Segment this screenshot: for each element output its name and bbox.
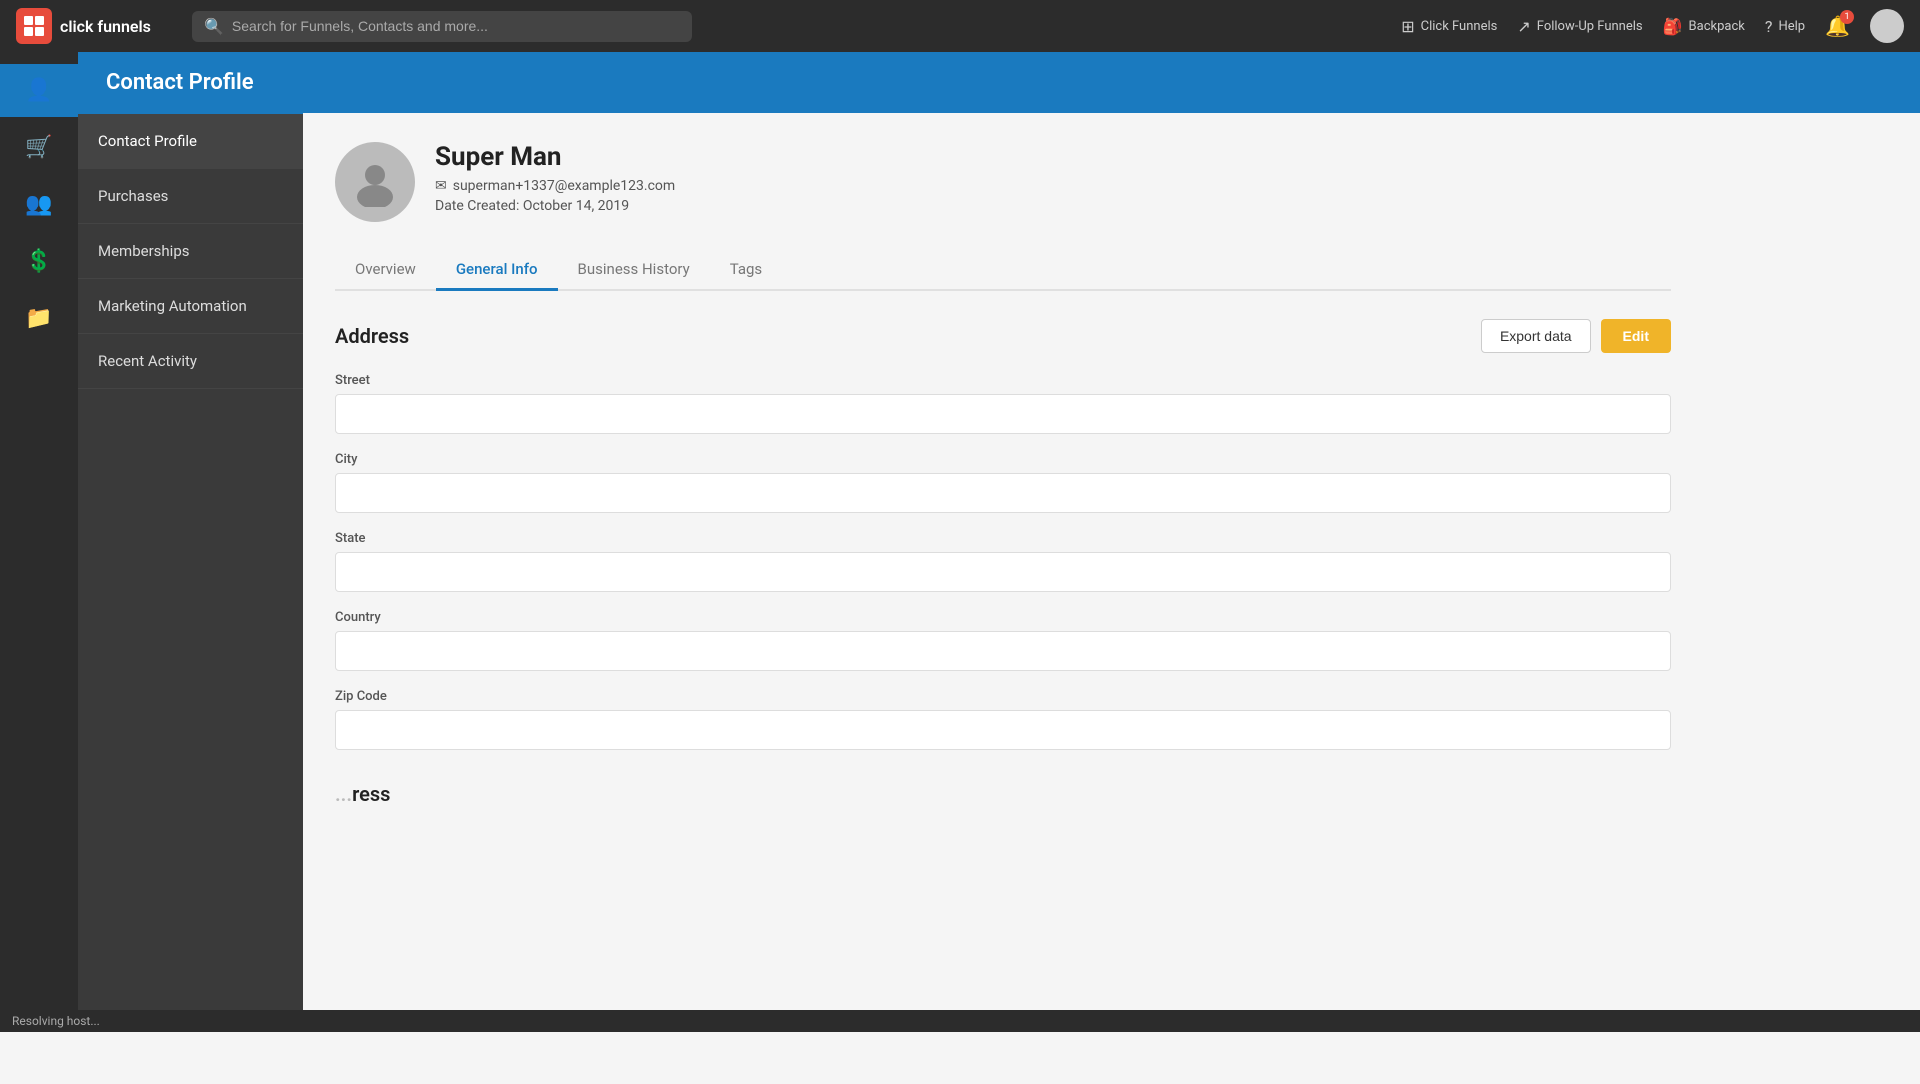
money-icon: 💲 <box>25 249 52 274</box>
status-bar: Resolving host... <box>0 1010 1920 1032</box>
main-content: Super Man ✉ superman+1337@example123.com… <box>303 114 1920 1032</box>
field-value-state <box>335 552 1671 592</box>
folder-icon: 📁 <box>25 306 52 331</box>
field-group-zip-code: Zip Code <box>335 689 1671 750</box>
edit-button[interactable]: Edit <box>1601 319 1671 353</box>
field-group-city: City <box>335 452 1671 513</box>
bottom-section-title: ...ress <box>335 782 1671 806</box>
logo-area[interactable]: click funnels <box>16 8 176 44</box>
field-group-country: Country <box>335 610 1671 671</box>
field-label-zip-code: Zip Code <box>335 689 1671 704</box>
field-value-street <box>335 394 1671 434</box>
search-icon: 🔍 <box>204 17 224 36</box>
sidebar-item-marketing-automation[interactable]: Marketing Automation <box>78 279 303 334</box>
tab-business-history[interactable]: Business History <box>558 250 710 291</box>
profile-date: Date Created: October 14, 2019 <box>435 198 1671 214</box>
email-icon: ✉ <box>435 178 447 194</box>
logo-text: click funnels <box>60 17 151 36</box>
tab-bar: Overview General Info Business History T… <box>335 250 1671 291</box>
group-icon: 👥 <box>25 192 52 217</box>
nav-backpack[interactable]: 🎒 Backpack <box>1663 17 1745 36</box>
profile-header: Super Man ✉ superman+1337@example123.com… <box>335 142 1671 222</box>
sidebar-icon-memberships[interactable]: 👥 <box>0 178 78 231</box>
field-label-street: Street <box>335 373 1671 388</box>
nav-follow-up-funnels[interactable]: ↗ Follow-Up Funnels <box>1517 17 1642 36</box>
notification-bell[interactable]: 🔔 1 <box>1825 14 1850 38</box>
help-icon: ? <box>1765 17 1773 36</box>
nav-right: ⊞ Click Funnels ↗ Follow-Up Funnels 🎒 Ba… <box>1401 9 1904 43</box>
sidebar-icon-marketing[interactable]: 💲 <box>0 235 78 288</box>
logo-icon <box>16 8 52 44</box>
tab-general-info[interactable]: General Info <box>436 250 558 291</box>
sidebar-item-purchases[interactable]: Purchases <box>78 169 303 224</box>
user-avatar[interactable] <box>1870 9 1904 43</box>
profile-email: ✉ superman+1337@example123.com <box>435 178 1671 194</box>
sidebar-item-memberships[interactable]: Memberships <box>78 224 303 279</box>
address-fields: Street City State Country Zip Code <box>335 373 1671 750</box>
cart-icon: 🛒 <box>25 135 52 160</box>
page-wrapper: 👤 🛒 👥 💲 📁 Contact Profile Purchases Memb… <box>0 52 1920 1032</box>
nav-click-funnels[interactable]: ⊞ Click Funnels <box>1401 17 1497 36</box>
nav-help[interactable]: ? Help <box>1765 17 1805 36</box>
field-label-city: City <box>335 452 1671 467</box>
field-value-zip-code <box>335 710 1671 750</box>
tab-tags[interactable]: Tags <box>710 250 782 291</box>
field-group-street: Street <box>335 373 1671 434</box>
backpack-icon: 🎒 <box>1663 17 1683 36</box>
content-inner: Super Man ✉ superman+1337@example123.com… <box>303 114 1703 834</box>
bottom-section: ...ress <box>335 782 1671 806</box>
address-section-header: Address Export data Edit <box>335 319 1671 353</box>
profile-info: Super Man ✉ superman+1337@example123.com… <box>435 142 1671 214</box>
contacts-icon: 👤 <box>25 78 52 103</box>
sidebar-icon-activity[interactable]: 📁 <box>0 292 78 345</box>
icon-sidebar: 👤 🛒 👥 💲 📁 <box>0 52 78 1032</box>
search-input[interactable] <box>232 18 680 34</box>
action-buttons: Export data Edit <box>1481 319 1671 353</box>
status-text: Resolving host... <box>12 1014 100 1028</box>
field-label-state: State <box>335 531 1671 546</box>
top-navigation: click funnels 🔍 ⊞ Click Funnels ↗ Follow… <box>0 0 1920 52</box>
click-funnels-icon: ⊞ <box>1401 17 1414 36</box>
sidebar-icon-purchases[interactable]: 🛒 <box>0 121 78 174</box>
notification-badge: 1 <box>1840 10 1854 24</box>
follow-up-funnels-icon: ↗ <box>1517 17 1530 36</box>
page-title: Contact Profile <box>106 70 1892 95</box>
profile-name: Super Man <box>435 142 1671 172</box>
sidebar-item-contact-profile[interactable]: Contact Profile <box>78 114 303 169</box>
avatar <box>335 142 415 222</box>
field-label-country: Country <box>335 610 1671 625</box>
export-data-button[interactable]: Export data <box>1481 319 1591 353</box>
sidebar-item-recent-activity[interactable]: Recent Activity <box>78 334 303 389</box>
tab-overview[interactable]: Overview <box>335 250 436 291</box>
search-bar[interactable]: 🔍 <box>192 11 692 42</box>
sidebar-icon-contacts[interactable]: 👤 <box>0 64 78 117</box>
header-bar: Contact Profile <box>78 52 1920 113</box>
field-value-country <box>335 631 1671 671</box>
address-section-title: Address <box>335 324 409 348</box>
text-sidebar: Contact Profile Purchases Memberships Ma… <box>78 52 303 1032</box>
field-group-state: State <box>335 531 1671 592</box>
field-value-city <box>335 473 1671 513</box>
